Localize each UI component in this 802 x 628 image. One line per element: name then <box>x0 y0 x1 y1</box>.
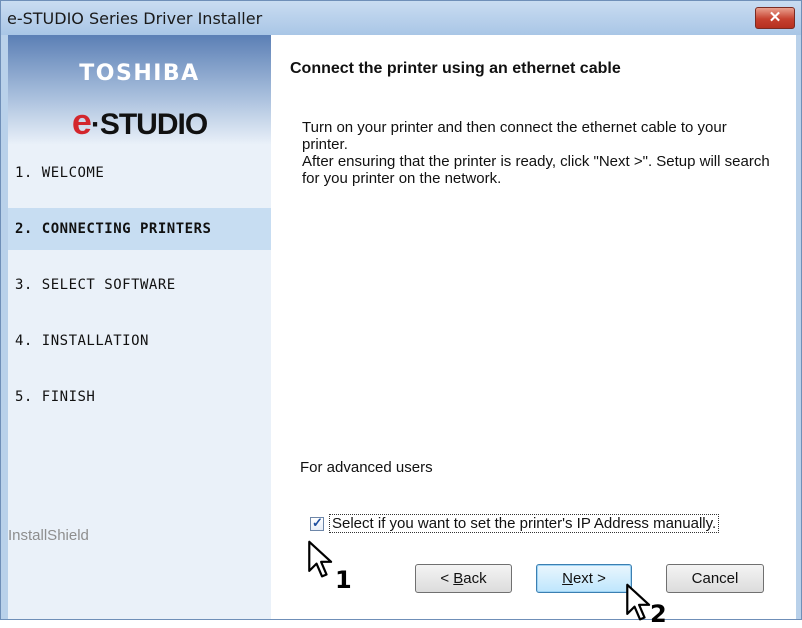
description-next: After ensuring that the printer is ready… <box>302 153 770 187</box>
pointer-cursor-icon <box>306 540 338 580</box>
advanced-users-label: For advanced users <box>300 459 433 476</box>
description-connect: Turn on your printer and then connect th… <box>302 119 727 153</box>
brand-banner: TOSHIBA e·STUDIO <box>8 35 271 145</box>
close-button[interactable]: ✕ <box>755 7 795 29</box>
client-area: TOSHIBA e·STUDIO 1. WELCOME 2. CONNECTIN… <box>8 35 796 619</box>
toshiba-logo: TOSHIBA <box>79 61 200 86</box>
step-welcome: 1. WELCOME <box>15 165 105 181</box>
manual-ip-label[interactable]: Select if you want to set the printer's … <box>329 514 720 533</box>
estudio-logo-text: ·STUDIO <box>90 108 208 141</box>
page-heading: Connect the printer using an ethernet ca… <box>290 60 621 77</box>
next-rest: ext > <box>572 570 606 587</box>
next-mnemonic: N <box>562 570 573 587</box>
main-content: Connect the printer using an ethernet ca… <box>288 35 796 619</box>
back-rest: ack <box>463 570 487 587</box>
callout-number-1: 1 <box>335 566 352 594</box>
estudio-logo: e·STUDIO <box>8 101 271 143</box>
next-button[interactable]: Next > <box>536 564 632 593</box>
checkmark-icon: ✓ <box>312 514 323 530</box>
installshield-label: InstallShield <box>8 527 89 544</box>
callout-number-2: 2 <box>650 600 667 628</box>
description: Turn on your printer and then connect th… <box>302 119 772 187</box>
estudio-logo-e: e <box>71 101 92 142</box>
installer-window: e-STUDIO Series Driver Installer ✕ TOSHI… <box>0 0 802 620</box>
back-mnemonic: B <box>453 570 464 587</box>
cancel-button[interactable]: Cancel <box>666 564 764 593</box>
sidebar: TOSHIBA e·STUDIO 1. WELCOME 2. CONNECTIN… <box>8 35 271 619</box>
manual-ip-option[interactable]: ✓ Select if you want to set the printer'… <box>310 514 720 533</box>
back-prefix: < <box>440 570 454 587</box>
step-finish: 5. FINISH <box>15 389 96 405</box>
step-installation: 4. INSTALLATION <box>15 333 149 349</box>
step-connecting-printers: 2. CONNECTING PRINTERS <box>8 208 271 250</box>
window-title: e-STUDIO Series Driver Installer <box>7 9 263 28</box>
title-bar[interactable]: e-STUDIO Series Driver Installer ✕ <box>1 1 801 35</box>
manual-ip-checkbox[interactable]: ✓ <box>310 514 324 531</box>
step-list: 1. WELCOME 2. CONNECTING PRINTERS 3. SEL… <box>8 152 271 432</box>
step-select-software: 3. SELECT SOFTWARE <box>15 277 176 293</box>
back-button[interactable]: < Back <box>415 564 512 593</box>
close-icon: ✕ <box>768 9 782 26</box>
